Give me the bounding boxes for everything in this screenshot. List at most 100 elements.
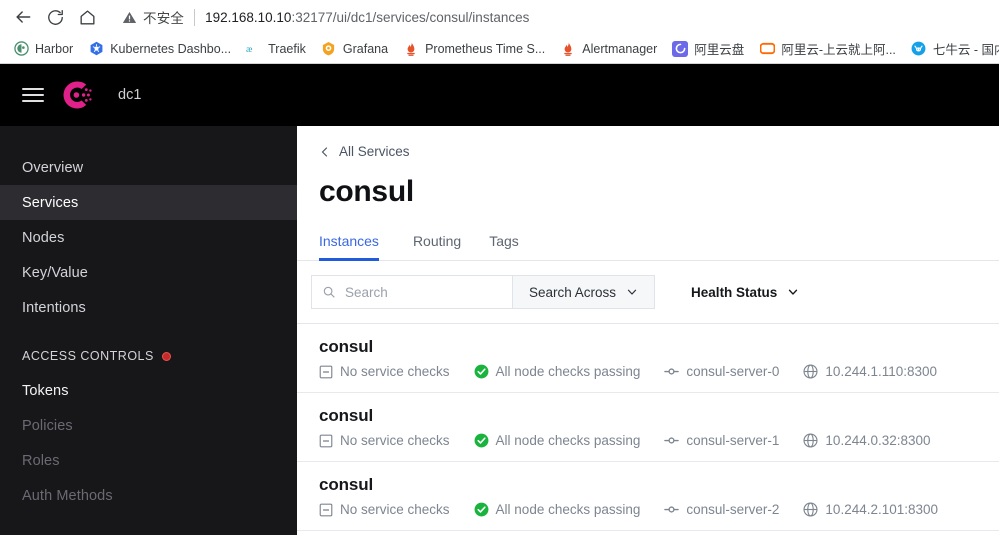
sidebar-item-label: Tokens: [22, 382, 69, 399]
sidebar-item-label: Nodes: [22, 229, 65, 246]
service-checks-label: No service checks: [340, 502, 450, 517]
check-circle-icon: [474, 433, 489, 448]
sidebar-item-intentions[interactable]: Intentions: [0, 290, 297, 325]
bookmark-grafana[interactable]: Grafana: [314, 38, 395, 60]
instance-address: 10.244.1.110:8300: [803, 364, 937, 379]
prometheus-icon: [560, 41, 576, 57]
globe-icon: [803, 364, 818, 379]
reload-button[interactable]: [40, 2, 70, 32]
sidebar-item-label: Roles: [22, 452, 60, 469]
back-button[interactable]: [8, 2, 38, 32]
warning-triangle-icon: [123, 11, 136, 23]
bookmark-qiniu[interactable]: 七牛云 - 国内领: [904, 36, 999, 61]
tab-bar: Instances Routing Tags: [297, 223, 999, 261]
page-title: consul: [319, 175, 414, 208]
instance-name: consul: [319, 406, 374, 425]
sidebar-item-roles[interactable]: Roles: [0, 443, 297, 478]
sidebar-item-key-value[interactable]: Key/Value: [0, 255, 297, 290]
globe-icon: [803, 433, 818, 448]
bookmark-prometheus[interactable]: Prometheus Time S...: [396, 38, 552, 60]
node-label: consul-server-0: [686, 364, 780, 379]
minus-square-icon: [319, 434, 333, 448]
sidebar-item-tokens[interactable]: Tokens: [0, 373, 297, 408]
svg-text:æ: æ: [246, 44, 253, 55]
traefik-icon: æ: [246, 41, 262, 57]
node-icon: [664, 366, 680, 377]
search-across-dropdown[interactable]: Search Across: [513, 275, 656, 309]
filter-bar: Search Search Across Health Status: [297, 261, 999, 324]
sidebar: Overview Services Nodes Key/Value Intent…: [0, 126, 297, 535]
alert-dot-icon: [161, 351, 171, 361]
app-body: Overview Services Nodes Key/Value Intent…: [0, 126, 999, 535]
sidebar-item-auth-methods[interactable]: Auth Methods: [0, 478, 297, 513]
home-button[interactable]: [72, 2, 102, 32]
sidebar-item-services[interactable]: Services: [0, 185, 297, 220]
sidebar-item-label: Intentions: [22, 299, 86, 316]
service-checks-status: No service checks: [319, 502, 450, 517]
consul-logo-icon[interactable]: [60, 78, 94, 112]
sidebar-section-access-controls: ACCESS CONTROLS: [0, 339, 297, 373]
sidebar-item-label: Auth Methods: [22, 487, 113, 504]
bookmark-aliyun[interactable]: 阿里云-上云就上阿...: [752, 36, 903, 61]
tab-label: Tags: [489, 233, 519, 249]
instance-list: consul No service checks All node checks…: [297, 324, 999, 531]
address-bar[interactable]: 不安全 192.168.10.10:32177/ui/dc1/services/…: [110, 2, 991, 32]
search-input[interactable]: Search: [311, 275, 513, 309]
grafana-icon: [321, 41, 337, 57]
instance-name: consul: [319, 475, 374, 494]
check-circle-icon: [474, 364, 489, 379]
instance-address: 10.244.0.32:8300: [803, 433, 931, 448]
hamburger-menu-icon[interactable]: [22, 88, 44, 102]
health-status-dropdown[interactable]: Health Status: [675, 275, 815, 309]
node-name: consul-server-1: [664, 433, 779, 448]
browser-chrome: 不安全 192.168.10.10:32177/ui/dc1/services/…: [0, 0, 999, 64]
instance-meta: No service checks All node checks passin…: [319, 364, 999, 379]
service-checks-status: No service checks: [319, 364, 450, 379]
chevron-left-icon: [321, 146, 328, 157]
sidebar-item-overview[interactable]: Overview: [0, 150, 297, 185]
minus-square-icon: [319, 365, 333, 379]
sidebar-item-policies[interactable]: Policies: [0, 408, 297, 443]
prometheus-icon: [403, 41, 419, 57]
table-row[interactable]: consul No service checks All node checks…: [297, 462, 999, 531]
node-checks-status: All node checks passing: [474, 502, 640, 517]
bookmarks-bar: Harbor Kubernetes Dashbo... æ Traefik Gr…: [0, 34, 999, 63]
bookmark-kubernetes-dashboard[interactable]: Kubernetes Dashbo...: [81, 38, 238, 60]
bookmark-label: Grafana: [342, 41, 389, 56]
breadcrumb[interactable]: All Services: [297, 126, 999, 159]
node-checks-label: All node checks passing: [495, 433, 641, 448]
table-row[interactable]: consul No service checks All node checks…: [297, 324, 999, 393]
node-checks-status: All node checks passing: [474, 433, 641, 448]
tab-tags[interactable]: Tags: [475, 223, 533, 260]
instance-address: 10.244.2.101:8300: [803, 502, 938, 517]
bookmark-aliyun-drive[interactable]: 阿里云盘: [665, 36, 751, 61]
omnibox-divider: [194, 8, 196, 26]
instance-meta: No service checks All node checks passin…: [319, 433, 999, 448]
table-row[interactable]: consul No service checks All node checks…: [297, 393, 999, 462]
url-text: 192.168.10.10:32177/ui/dc1/services/cons…: [205, 10, 529, 25]
sidebar-item-label: Key/Value: [22, 264, 88, 281]
chevron-down-icon: [789, 289, 798, 295]
bookmark-label: Traefik: [268, 41, 306, 56]
sidebar-section-label: ACCESS CONTROLS: [22, 349, 154, 363]
bookmark-traefik[interactable]: æ Traefik: [239, 38, 313, 60]
bookmark-label: 阿里云盘: [694, 43, 745, 57]
chevron-down-icon: [627, 289, 637, 295]
browser-toolbar: 不安全 192.168.10.10:32177/ui/dc1/services/…: [0, 0, 999, 34]
search-placeholder: Search: [345, 284, 388, 300]
health-status-label: Health Status: [691, 284, 778, 300]
tab-routing[interactable]: Routing: [399, 223, 475, 260]
bookmark-harbor[interactable]: Harbor: [6, 38, 80, 60]
node-label: consul-server-2: [686, 502, 780, 517]
tab-instances[interactable]: Instances: [319, 223, 399, 261]
sidebar-item-label: Services: [22, 194, 79, 211]
sidebar-item-nodes[interactable]: Nodes: [0, 220, 297, 255]
node-checks-label: All node checks passing: [495, 364, 641, 379]
bookmark-alertmanager[interactable]: Alertmanager: [553, 38, 664, 60]
sidebar-item-label: Policies: [22, 417, 73, 434]
service-checks-label: No service checks: [340, 364, 450, 379]
bookmark-label: Alertmanager: [582, 41, 658, 56]
security-indicator[interactable]: 不安全: [122, 7, 184, 27]
datacenter-label[interactable]: dc1: [118, 87, 141, 103]
security-label: 不安全: [143, 11, 185, 26]
